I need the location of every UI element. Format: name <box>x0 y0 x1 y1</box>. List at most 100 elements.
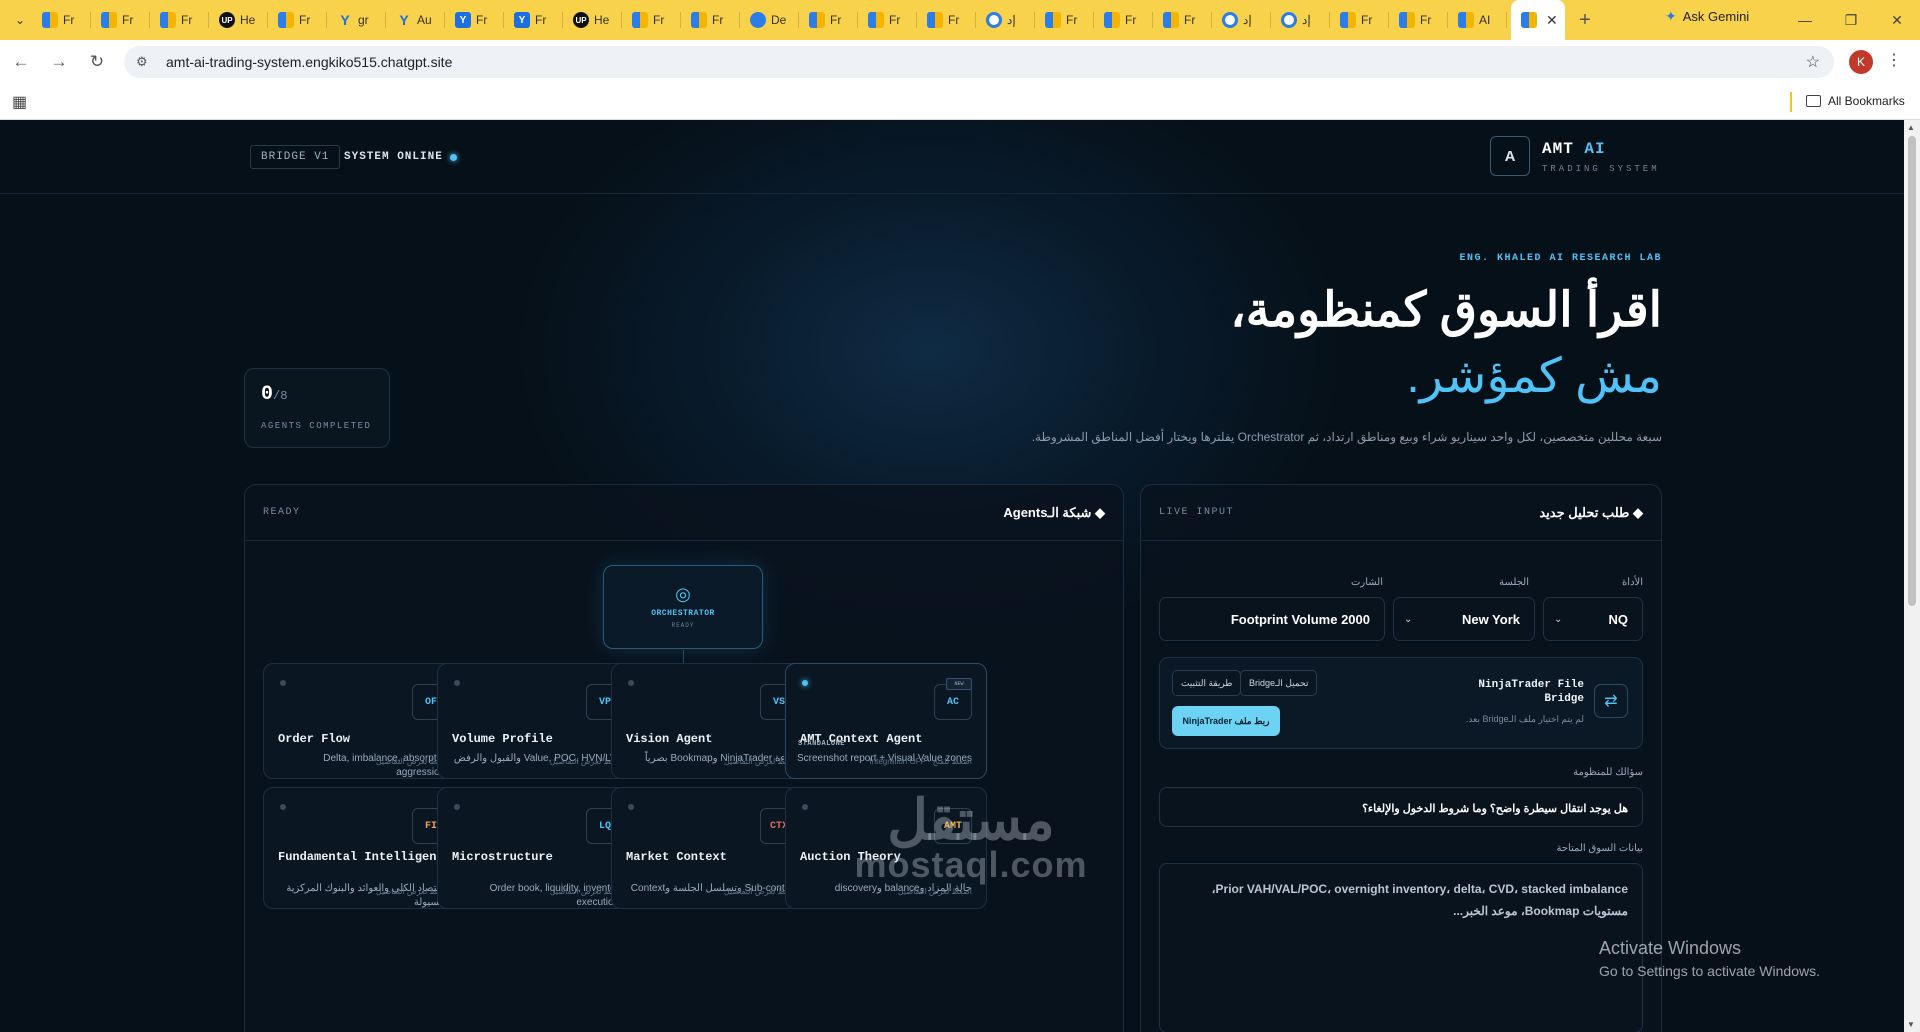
tab-title: Fr <box>535 13 547 27</box>
browser-tab[interactable]: إد <box>1212 0 1271 40</box>
agent-card[interactable]: AC AMT Context Agent Screenshot report + V… <box>785 663 987 779</box>
agents-counter-value: 0/8 <box>261 383 287 406</box>
browser-tab[interactable]: Fr <box>150 0 209 40</box>
page-scrollbar[interactable]: ▲ ▼ <box>1904 120 1920 1032</box>
browser-tab[interactable]: Fr <box>799 0 858 40</box>
scroll-down-arrow-icon[interactable]: ▼ <box>1907 1020 1915 1029</box>
request-panel-header: LIVE INPUT ◆ طلب تحليل جديد <box>1141 485 1661 541</box>
session-value: New York <box>1461 611 1520 627</box>
agent-name: Fundamental Intelligence <box>278 850 451 864</box>
app-title-main: AMT <box>1542 140 1574 158</box>
agent-name: Order Flow <box>278 732 351 746</box>
browser-tab[interactable]: إد <box>1271 0 1330 40</box>
hero-description: سبعة محللين متخصصين، لكل واحد سيناريو شر… <box>1031 430 1662 444</box>
browser-tab[interactable]: Y Au <box>386 0 445 40</box>
browser-tab[interactable]: إد <box>976 0 1035 40</box>
load-bridge-button[interactable]: تحميل الـBridge <box>1240 670 1318 696</box>
agent-card[interactable]: OF Order Flow Delta, imbalance, absorption… <box>263 663 465 779</box>
browser-tab[interactable]: Fr <box>1035 0 1094 40</box>
app-title-accent: AI <box>1584 140 1606 158</box>
url-text[interactable]: amt-ai-trading-system.engkiko515.chatgpt… <box>166 54 452 70</box>
bookmarks-bar: ▦ All Bookmarks <box>0 84 1920 120</box>
site-favicon-icon: Y <box>399 12 409 28</box>
site-favicon-icon <box>1521 12 1537 28</box>
browser-tab[interactable]: Fr <box>917 0 976 40</box>
watermark-english: mostaql.com <box>854 844 1088 885</box>
site-favicon-icon <box>809 12 825 28</box>
agent-name: Market Context <box>626 850 727 864</box>
site-favicon-icon <box>868 12 884 28</box>
browser-tab[interactable]: AI <box>1448 0 1507 40</box>
bookmark-star-icon[interactable]: ☆ <box>1806 52 1820 72</box>
orchestrator-node[interactable]: ◎ ORCHESTRATOR READY <box>603 565 763 649</box>
agent-name: Microstructure <box>452 850 553 864</box>
activate-windows-title: Activate Windows <box>1599 938 1742 958</box>
browser-tab[interactable]: UP He <box>209 0 268 40</box>
install-method-button[interactable]: طريقة التثبيت <box>1172 670 1242 696</box>
link-ninjatrader-file-button[interactable]: ربط ملف NinjaTrader <box>1172 706 1280 736</box>
site-favicon-icon <box>101 12 117 28</box>
site-favicon-icon: UP <box>573 12 589 28</box>
new-tab-plus-icon[interactable]: + <box>1565 9 1605 32</box>
browser-tab[interactable]: De <box>740 0 799 40</box>
ask-gemini-button[interactable]: ✦ Ask Gemini <box>1665 8 1749 25</box>
instrument-select[interactable]: ⌄ NQ <box>1543 597 1643 641</box>
site-favicon-icon <box>1163 12 1179 28</box>
market-data-textarea[interactable]: Prior VAH/VAL/POC، overnight inventory، … <box>1159 863 1643 1032</box>
swap-arrows-icon[interactable]: ⇄ <box>1594 684 1628 718</box>
agent-card[interactable]: CTX Market Context Sub-context وتسلسل الجل… <box>611 787 813 909</box>
browser-tab[interactable]: Fr <box>622 0 681 40</box>
omnibox[interactable]: ⚙ amt-ai-trading-system.engkiko515.chatg… <box>124 46 1834 78</box>
active-tab[interactable]: ✕ <box>1511 0 1565 40</box>
watermark-arabic: مستقل <box>887 788 1055 851</box>
request-panel-status: LIVE INPUT <box>1159 507 1235 518</box>
browser-tab[interactable]: Y Fr <box>445 0 504 40</box>
agent-card[interactable]: FI Fundamental Intelligence الاقتصاد الكلي… <box>263 787 465 909</box>
browser-tab[interactable]: Fr <box>1094 0 1153 40</box>
scroll-up-arrow-icon[interactable]: ▲ <box>1907 123 1915 132</box>
scroll-thumb[interactable] <box>1908 136 1916 606</box>
minimize-icon[interactable]: — <box>1782 0 1828 40</box>
site-info-icon[interactable]: ⚙ <box>136 54 156 70</box>
tab-title: Fr <box>63 13 75 27</box>
site-favicon-icon <box>986 12 1002 28</box>
tab-title: إد <box>1243 13 1252 27</box>
back-arrow-icon[interactable]: ← <box>4 45 38 79</box>
agent-card[interactable]: LQ Microstructure Order book, liquidity, i… <box>437 787 639 909</box>
profile-avatar[interactable]: K <box>1849 50 1873 74</box>
restore-icon[interactable]: ❐ <box>1828 0 1874 40</box>
question-input[interactable]: هل يوجد انتقال سيطرة واضح؟ وما شروط الدخ… <box>1159 787 1643 827</box>
ninjatrader-bridge-card: ⇄ NinjaTrader File Bridge لم يتم اختيار … <box>1159 657 1643 749</box>
tab-title: Fr <box>476 13 488 27</box>
browser-tab[interactable]: Fr <box>91 0 150 40</box>
agent-card[interactable]: VSVision Agentقراءة NinjaTrader وBookmap… <box>611 663 813 779</box>
browser-tab[interactable]: Fr <box>1153 0 1212 40</box>
app-title: AMT AI <box>1542 140 1606 158</box>
all-bookmarks-label: All Bookmarks <box>1828 94 1905 108</box>
tab-title: Fr <box>1420 13 1432 27</box>
browser-tab[interactable]: Y Fr <box>504 0 563 40</box>
browser-tab[interactable]: Ygr <box>327 0 386 40</box>
browser-tab[interactable]: Fr <box>268 0 327 40</box>
browser-tab[interactable]: Fr <box>1389 0 1448 40</box>
app-topbar: BRIDGE V1 SYSTEM ONLINE A AMT AI TRADING… <box>0 120 1904 194</box>
all-bookmarks-button[interactable]: All Bookmarks <box>1806 94 1905 108</box>
session-select[interactable]: ⌄ New York <box>1393 597 1535 641</box>
ask-gemini-label: Ask Gemini <box>1682 9 1750 24</box>
agent-card[interactable]: VP Volume Profile Value, POC, HVN/LVN والق… <box>437 663 639 779</box>
browser-tab[interactable]: Fr <box>858 0 917 40</box>
browser-menu-icon[interactable]: ⋮ <box>1886 50 1902 70</box>
browser-tab[interactable]: Fr <box>1330 0 1389 40</box>
chart-select[interactable]: Footprint Volume 2000 <box>1159 597 1385 641</box>
browser-tab[interactable]: Fr <box>681 0 740 40</box>
browser-tab[interactable]: UP He <box>563 0 622 40</box>
close-window-icon[interactable]: ✕ <box>1874 0 1920 40</box>
tab-search-chevron-icon[interactable]: ⌄ <box>8 8 32 32</box>
reload-icon[interactable]: ↻ <box>80 45 114 79</box>
close-tab-icon[interactable]: ✕ <box>1546 12 1558 29</box>
activate-windows-subtitle: Go to Settings to activate Windows. <box>1599 963 1820 979</box>
forward-arrow-icon[interactable]: → <box>42 45 76 79</box>
tab-title: He <box>240 13 256 27</box>
browser-tab[interactable]: Fr <box>32 0 91 40</box>
apps-grid-icon[interactable]: ▦ <box>12 92 27 112</box>
